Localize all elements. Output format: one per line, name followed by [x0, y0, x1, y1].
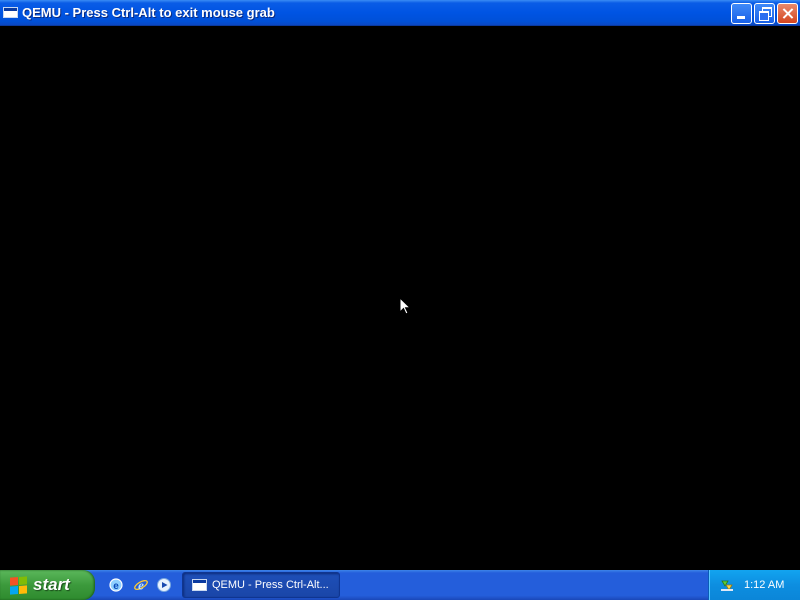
window-titlebar[interactable]: QEMU - Press Ctrl-Alt to exit mouse grab	[0, 0, 800, 26]
mouse-cursor-icon	[400, 298, 411, 315]
restore-button[interactable]	[754, 3, 775, 24]
ie-icon[interactable]: e	[133, 577, 149, 593]
window-title: QEMU - Press Ctrl-Alt to exit mouse grab	[22, 5, 275, 20]
clock[interactable]: 1:12 AM	[744, 579, 784, 591]
window-app-icon[interactable]	[3, 7, 18, 18]
start-button[interactable]: start	[0, 570, 95, 600]
minimize-button[interactable]	[731, 3, 752, 24]
taskbar-button-label: QEMU - Press Ctrl-Alt...	[212, 579, 329, 591]
windows-logo-icon	[10, 576, 27, 595]
taskbar: start e e QEMU - Press Ctrl-Alt... 1:12 …	[0, 570, 800, 600]
network-icon[interactable]	[719, 577, 735, 593]
qemu-window-icon	[192, 579, 207, 591]
system-tray: 1:12 AM	[708, 570, 800, 600]
start-label: start	[33, 575, 70, 594]
taskbar-button-qemu[interactable]: QEMU - Press Ctrl-Alt...	[182, 572, 340, 598]
svg-text:e: e	[138, 578, 144, 593]
close-button[interactable]	[777, 3, 798, 24]
svg-text:e: e	[113, 581, 119, 592]
qemu-display[interactable]	[0, 27, 800, 570]
media-player-icon[interactable]	[156, 577, 172, 593]
ie-icon[interactable]: e	[108, 577, 124, 593]
